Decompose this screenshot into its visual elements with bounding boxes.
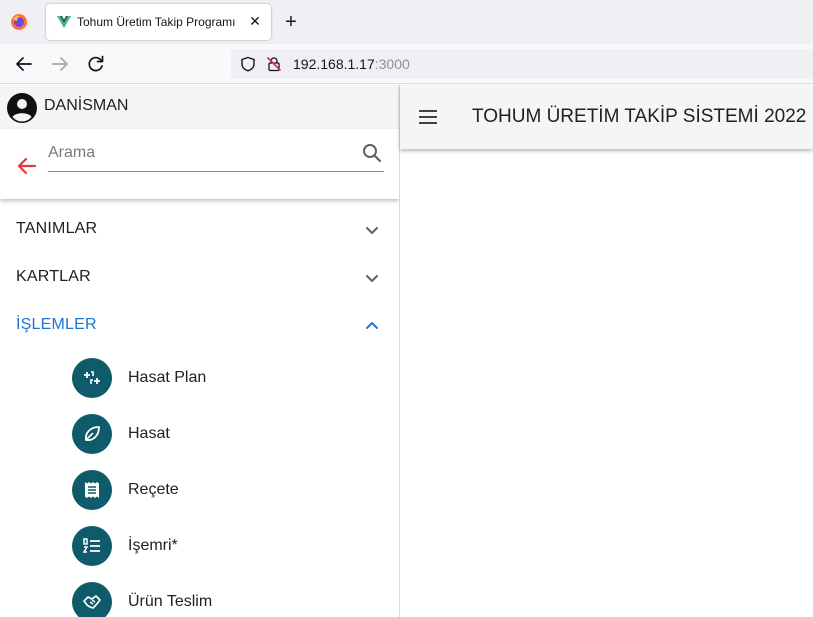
sub-item-label: Reçete (128, 481, 179, 498)
handshake-icon (83, 595, 101, 609)
tab-title: Tohum Üretim Takip Programı (77, 15, 236, 29)
shield-icon[interactable] (240, 56, 256, 72)
app-container: DANİSMAN Arama TANIMLAR KARTLAR İŞLEMLER… (0, 85, 813, 617)
sub-item-label: Hasat Plan (128, 369, 207, 386)
transfer-icon (84, 371, 100, 384)
receipt-icon (85, 482, 99, 498)
menu-item-islemler[interactable]: İŞLEMLER (0, 302, 399, 350)
page-title: TOHUM ÜRETİM TAKİP SİSTEMİ 2022 (472, 106, 807, 127)
sub-item-isemri[interactable]: İşemri* (0, 518, 399, 574)
ordered-list-icon (82, 538, 100, 553)
sub-item-label: Hasat (128, 425, 170, 442)
user-name: DANİSMAN (44, 97, 129, 114)
leaf-icon (85, 426, 100, 441)
url-bar[interactable]: 192.168.1.17:3000 (231, 49, 813, 79)
search-placeholder: Arama (48, 144, 96, 161)
icon-avatar (72, 470, 112, 510)
forward-icon[interactable] (49, 53, 71, 75)
menu-icon[interactable] (416, 105, 440, 129)
sub-item-recete[interactable]: Reçete (0, 462, 399, 518)
url-host: 192.168.1.17 (293, 56, 375, 72)
browser-tab-bar: Tohum Üretim Takip Programı ✕ + (0, 0, 813, 44)
user-row[interactable]: DANİSMAN (0, 85, 399, 129)
sub-item-label: Ürün Teslim (128, 593, 213, 610)
app-bar: TOHUM ÜRETİM TAKİP SİSTEMİ 2022 (400, 85, 813, 149)
icon-avatar (72, 414, 112, 454)
search-icon[interactable] (360, 141, 384, 165)
menu-label: TANIMLAR (16, 220, 98, 237)
back-icon[interactable] (13, 53, 35, 75)
sub-item-urun-teslim[interactable]: Ürün Teslim (0, 574, 399, 617)
navigation-drawer: DANİSMAN Arama TANIMLAR KARTLAR İŞLEMLER… (0, 85, 400, 617)
icon-avatar (72, 526, 112, 566)
url-text[interactable]: 192.168.1.17:3000 (293, 56, 410, 72)
chevron-down-icon (366, 275, 378, 282)
reload-icon[interactable] (85, 53, 107, 75)
icon-avatar (72, 582, 112, 617)
url-port: :3000 (374, 56, 410, 72)
menu-label: KARTLAR (16, 268, 91, 285)
search-card: Arama (0, 129, 399, 199)
chevron-up-icon (366, 322, 378, 329)
search-input[interactable]: Arama (48, 141, 384, 172)
browser-tab-active[interactable]: Tohum Üretim Takip Programı ✕ (46, 4, 271, 40)
new-tab-button[interactable]: + (281, 11, 301, 33)
sub-item-hasat-plan[interactable]: Hasat Plan (0, 350, 399, 406)
sub-item-label: İşemri* (128, 537, 178, 554)
firefox-icon[interactable] (10, 13, 28, 31)
insecure-lock-icon[interactable] (266, 56, 282, 72)
menu-item-kartlar[interactable]: KARTLAR (0, 254, 399, 302)
chevron-down-icon (366, 227, 378, 234)
close-tab-icon[interactable]: ✕ (246, 12, 264, 30)
menu-item-tanimlar[interactable]: TANIMLAR (0, 206, 399, 254)
account-circle-icon (7, 93, 37, 123)
menu-label: İŞLEMLER (16, 316, 97, 333)
browser-nav-bar: 192.168.1.17:3000 (0, 44, 813, 84)
sub-item-hasat[interactable]: Hasat (0, 406, 399, 462)
arrow-left-icon[interactable] (15, 154, 39, 178)
icon-avatar (72, 358, 112, 398)
vue-logo-icon (57, 16, 71, 28)
